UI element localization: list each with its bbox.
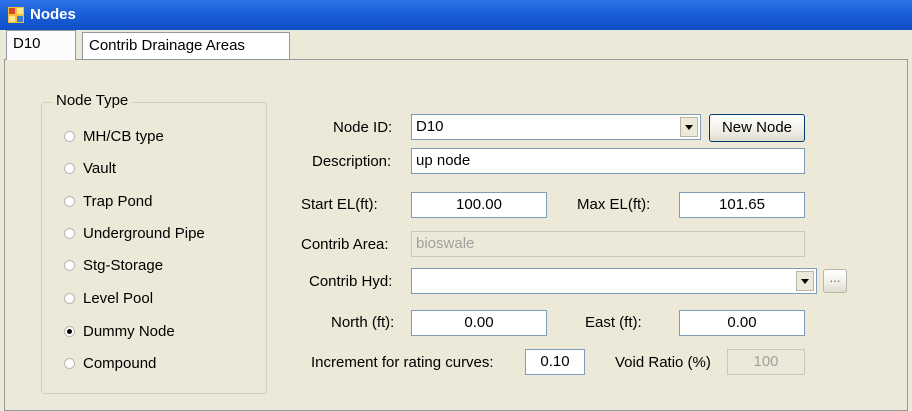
description-label: Description:	[312, 153, 392, 170]
radio-button[interactable]	[64, 325, 75, 337]
new-node-button[interactable]: New Node	[709, 114, 805, 142]
max-el-label: Max EL(ft):	[577, 196, 651, 213]
max-el-input[interactable]: 101.65	[679, 192, 805, 218]
chevron-down-icon	[801, 279, 809, 284]
contrib-area-input: bioswale	[411, 231, 805, 257]
title-bar: Nodes	[0, 0, 912, 30]
increment-input[interactable]: 0.10	[525, 349, 585, 375]
tab-d10[interactable]: D10	[6, 30, 76, 60]
node-id-combobox[interactable]: D10	[411, 114, 701, 140]
radio-button[interactable]	[64, 162, 75, 174]
contrib-hyd-dropdown-button[interactable]	[796, 271, 814, 291]
window-title: Nodes	[30, 6, 76, 23]
tab-panel-d10: Node Type MH/CB type Vault Trap Pond Und…	[4, 59, 908, 411]
radio-label: Dummy Node	[83, 322, 175, 340]
start-el-input[interactable]: 100.00	[411, 192, 547, 218]
east-label: East (ft):	[585, 314, 642, 331]
app-grid-icon	[8, 7, 24, 23]
radio-trap-pond[interactable]: Trap Pond	[64, 190, 153, 212]
radio-label: MH/CB type	[83, 127, 164, 145]
node-type-legend: Node Type	[52, 92, 133, 109]
radio-button[interactable]	[64, 130, 75, 142]
void-ratio-input: 100	[727, 349, 805, 375]
radio-label: Underground Pipe	[83, 224, 205, 242]
radio-mhcb-type[interactable]: MH/CB type	[64, 125, 164, 147]
node-id-dropdown-button[interactable]	[680, 117, 698, 137]
radio-label: Level Pool	[83, 289, 154, 307]
tab-contrib-drainage-areas[interactable]: Contrib Drainage Areas	[82, 32, 290, 60]
void-ratio-label: Void Ratio (%)	[615, 354, 711, 371]
radio-vault[interactable]: Vault	[64, 157, 116, 179]
radio-button[interactable]	[64, 195, 75, 207]
nodes-window: D10 Contrib Drainage Areas Node Type MH/…	[0, 30, 912, 411]
radio-dummy-node[interactable]: Dummy Node	[64, 320, 175, 342]
contrib-hyd-combobox[interactable]	[411, 268, 817, 294]
radio-button[interactable]	[64, 357, 75, 369]
radio-stg-storage[interactable]: Stg-Storage	[64, 254, 163, 276]
east-input[interactable]: 0.00	[679, 310, 805, 336]
north-label: North (ft):	[331, 314, 395, 331]
start-el-label: Start EL(ft):	[301, 196, 378, 213]
north-input[interactable]: 0.00	[411, 310, 547, 336]
radio-button[interactable]	[64, 259, 75, 271]
description-input[interactable]: up node	[411, 148, 805, 174]
radio-button[interactable]	[64, 292, 75, 304]
node-id-value: D10	[416, 118, 444, 135]
radio-level-pool[interactable]: Level Pool	[64, 287, 153, 309]
radio-label: Trap Pond	[83, 192, 153, 210]
contrib-area-label: Contrib Area:	[301, 236, 389, 253]
increment-label: Increment for rating curves:	[311, 354, 494, 371]
contrib-hyd-label: Contrib Hyd:	[309, 273, 393, 290]
radio-label: Compound	[83, 354, 157, 372]
radio-label: Stg-Storage	[83, 256, 164, 274]
chevron-down-icon	[685, 125, 693, 130]
node-type-group: Node Type MH/CB type Vault Trap Pond Und…	[41, 92, 267, 394]
radio-label: Vault	[83, 159, 117, 177]
node-id-label: Node ID:	[333, 119, 393, 136]
browse-button[interactable]: ...	[823, 269, 847, 293]
radio-underground-pipe[interactable]: Underground Pipe	[64, 222, 205, 244]
radio-compound[interactable]: Compound	[64, 352, 156, 374]
radio-button[interactable]	[64, 227, 75, 239]
